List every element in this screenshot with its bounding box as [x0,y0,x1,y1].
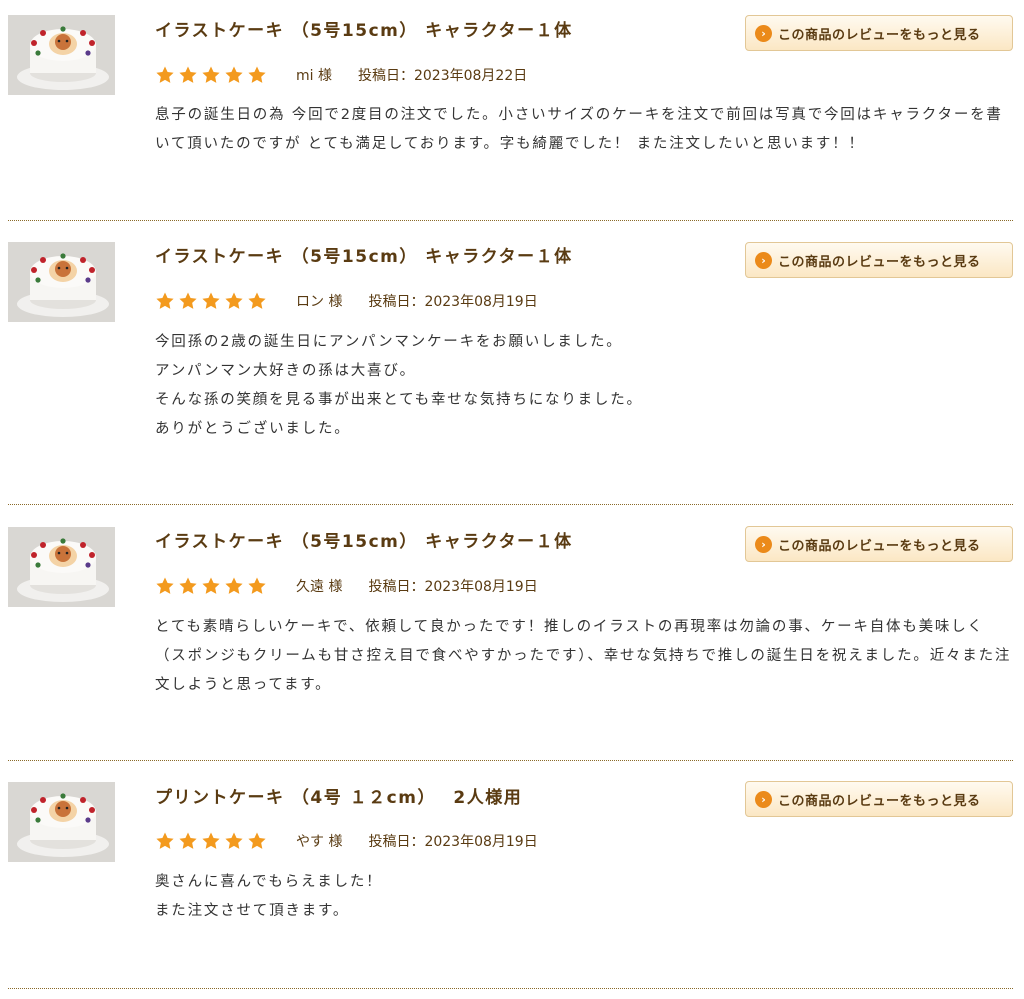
product-title[interactable]: イラストケーキ （5号15cm） キャラクター１体 [155,531,573,553]
star-icon [179,832,197,849]
star-icon [248,577,266,594]
star-icon [202,832,220,849]
more-reviews-label: この商品のレビューをもっと見る [778,254,981,270]
review-meta: 久遠 様 投稿日：2023年08月19日 [155,575,538,597]
star-icon [202,577,220,594]
star-rating [155,576,270,596]
arrow-right-icon: › [755,790,772,808]
star-icon [179,292,197,309]
star-icon [156,66,174,83]
star-icon [248,292,266,309]
product-title[interactable]: イラストケーキ （5号15cm） キャラクター１体 [155,20,573,42]
reviewer-name: やす 様 [296,834,343,850]
star-icon [156,832,174,849]
post-date: 投稿日：2023年08月19日 [368,834,538,850]
post-date: 投稿日：2023年08月19日 [368,579,538,595]
review-text-line: 奥さんに喜んでもらえました！ [155,874,383,890]
arrow-right-icon: › [755,251,772,269]
star-icon [179,66,197,83]
divider [8,988,1013,989]
star-icon [179,577,197,594]
review-text: 奥さんに喜んでもらえました！ また注文させて頂きます。 [155,868,1015,926]
reviewer-name: mi 様 [296,68,332,84]
star-icon [225,577,243,594]
star-icon [225,292,243,309]
star-icon [248,832,266,849]
divider [8,220,1013,221]
star-icon [156,577,174,594]
star-icon [225,832,243,849]
post-date: 投稿日：2023年08月19日 [368,294,538,310]
more-reviews-button[interactable]: › この商品のレビューをもっと見る [745,242,1013,278]
review-text-line: 息子の誕生日の為 今回で2度目の注文でした。小さいサイズのケーキを注文で前回は写… [155,107,1003,152]
divider [8,504,1013,505]
post-date: 投稿日：2023年08月22日 [357,68,528,84]
cake-image [8,15,115,95]
more-reviews-button[interactable]: › この商品のレビューをもっと見る [745,781,1013,817]
arrow-right-icon: › [755,535,772,553]
more-reviews-button[interactable]: › この商品のレビューをもっと見る [745,526,1013,562]
star-rating [155,291,270,311]
review-text: 息子の誕生日の為 今回で2度目の注文でした。小さいサイズのケーキを注文で前回は写… [155,101,1015,159]
star-icon [225,66,243,83]
cake-image [8,527,115,607]
star-rating [155,65,270,85]
cake-image [8,242,115,322]
cake-image [8,782,115,862]
review-text-line: 今回孫の2歳の誕生日にアンパンマンケーキをお願いしました。 [155,334,623,350]
arrow-right-icon: › [755,24,772,42]
review-text-line: アンパンマン大好きの孫は大喜び。 [155,363,416,379]
cake-thumbnail[interactable] [8,242,115,322]
reviewer-name: ロン 様 [296,294,343,310]
review-text: とても素晴らしいケーキで、依頼して良かったです！推しのイラストの再現率は勿論の事… [155,613,1015,700]
review-meta: やす 様 投稿日：2023年08月19日 [155,830,538,852]
review-text-line: また注文させて頂きます。 [155,903,350,919]
reviewer-name: 久遠 様 [296,579,343,595]
cake-thumbnail[interactable] [8,782,115,862]
divider [8,760,1013,761]
star-rating [155,831,270,851]
star-icon [202,66,220,83]
star-icon [202,292,220,309]
more-reviews-label: この商品のレビューをもっと見る [778,27,981,43]
cake-thumbnail[interactable] [8,15,115,95]
star-icon [156,292,174,309]
star-icon [248,66,266,83]
more-reviews-button[interactable]: › この商品のレビューをもっと見る [745,15,1013,51]
review-meta: mi 様 投稿日：2023年08月22日 [155,64,527,86]
review-text: 今回孫の2歳の誕生日にアンパンマンケーキをお願いしました。 アンパンマン大好きの孫… [155,328,1015,444]
product-title[interactable]: イラストケーキ （5号15cm） キャラクター１体 [155,246,573,268]
product-title[interactable]: プリントケーキ （4号 １２cm） 2人様用 [155,787,522,809]
more-reviews-label: この商品のレビューをもっと見る [778,538,981,554]
review-meta: ロン 様 投稿日：2023年08月19日 [155,290,538,312]
review-text-line: そんな孫の笑顔を見る事が出来とても幸せな気持ちになりました。 [155,392,643,408]
review-text-line: とても素晴らしいケーキで、依頼して良かったです！推しのイラストの再現率は勿論の事… [155,619,1012,693]
more-reviews-label: この商品のレビューをもっと見る [778,793,981,809]
review-text-line: ありがとうございました。 [155,421,351,437]
cake-thumbnail[interactable] [8,527,115,607]
